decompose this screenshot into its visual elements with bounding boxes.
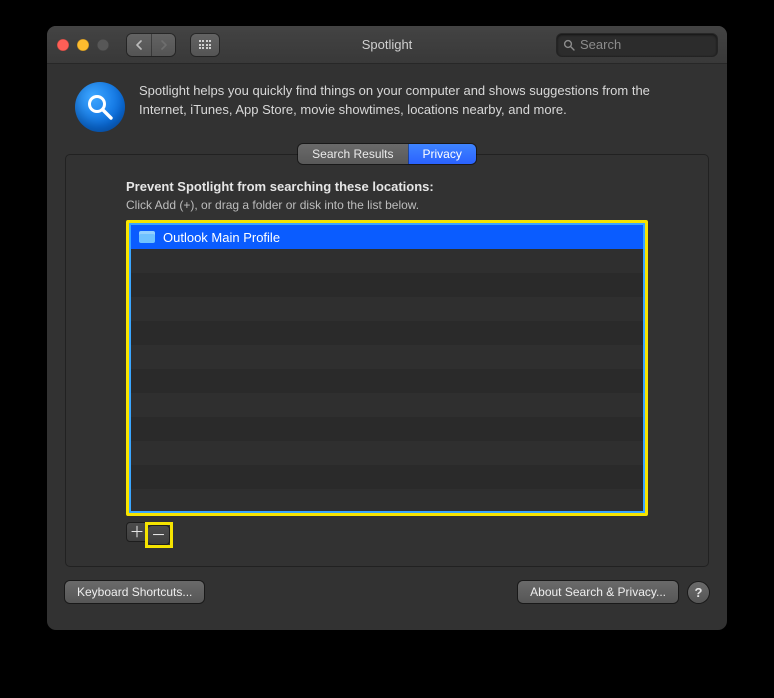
pane-heading: Prevent Spotlight from searching these l… bbox=[126, 179, 648, 194]
show-all-prefs-button[interactable] bbox=[191, 34, 219, 56]
close-window-button[interactable] bbox=[57, 39, 69, 51]
folder-icon bbox=[139, 231, 155, 243]
list-item bbox=[131, 321, 643, 345]
search-icon bbox=[563, 39, 575, 51]
minimize-window-button[interactable] bbox=[77, 39, 89, 51]
remove-location-button[interactable]: － bbox=[148, 525, 170, 545]
preferences-window: Spotlight Search Spotlight helps you qui… bbox=[47, 26, 727, 630]
traffic-lights bbox=[57, 39, 109, 51]
titlebar: Spotlight Search bbox=[47, 26, 727, 64]
tab-bar: Search Results Privacy bbox=[47, 144, 727, 164]
forward-button[interactable] bbox=[151, 34, 175, 56]
spotlight-icon bbox=[75, 82, 125, 132]
privacy-list-container: Outlook Main Profile bbox=[129, 223, 645, 513]
list-item-label: Outlook Main Profile bbox=[163, 230, 280, 245]
list-item bbox=[131, 465, 643, 489]
list-item bbox=[131, 369, 643, 393]
annotation-highlight-remove: － bbox=[145, 522, 173, 548]
intro-text: Spotlight helps you quickly find things … bbox=[139, 82, 699, 120]
back-button[interactable] bbox=[127, 34, 151, 56]
list-item bbox=[131, 489, 643, 511]
tab-privacy[interactable]: Privacy bbox=[408, 144, 476, 164]
nav-back-forward bbox=[127, 34, 175, 56]
search-placeholder: Search bbox=[580, 37, 621, 52]
pane-hint: Click Add (+), or drag a folder or disk … bbox=[126, 198, 648, 212]
preferences-search-input[interactable]: Search bbox=[557, 34, 717, 56]
privacy-pane: Prevent Spotlight from searching these l… bbox=[65, 154, 709, 567]
grid-icon bbox=[199, 40, 212, 49]
tab-search-results[interactable]: Search Results bbox=[298, 144, 407, 164]
keyboard-shortcuts-button[interactable]: Keyboard Shortcuts... bbox=[65, 581, 204, 603]
add-remove-group: ＋ － bbox=[126, 522, 648, 548]
footer: Keyboard Shortcuts... About Search & Pri… bbox=[47, 581, 727, 619]
list-item bbox=[131, 345, 643, 369]
list-item[interactable]: Outlook Main Profile bbox=[131, 225, 643, 249]
zoom-window-button bbox=[97, 39, 109, 51]
list-item bbox=[131, 249, 643, 273]
about-search-privacy-button[interactable]: About Search & Privacy... bbox=[518, 581, 678, 603]
privacy-list[interactable]: Outlook Main Profile bbox=[131, 225, 643, 511]
list-item bbox=[131, 393, 643, 417]
list-item bbox=[131, 273, 643, 297]
list-item bbox=[131, 417, 643, 441]
list-item bbox=[131, 441, 643, 465]
annotation-highlight-list: Outlook Main Profile bbox=[126, 220, 648, 516]
header: Spotlight helps you quickly find things … bbox=[47, 64, 727, 144]
help-button[interactable]: ? bbox=[688, 582, 709, 603]
list-item bbox=[131, 297, 643, 321]
